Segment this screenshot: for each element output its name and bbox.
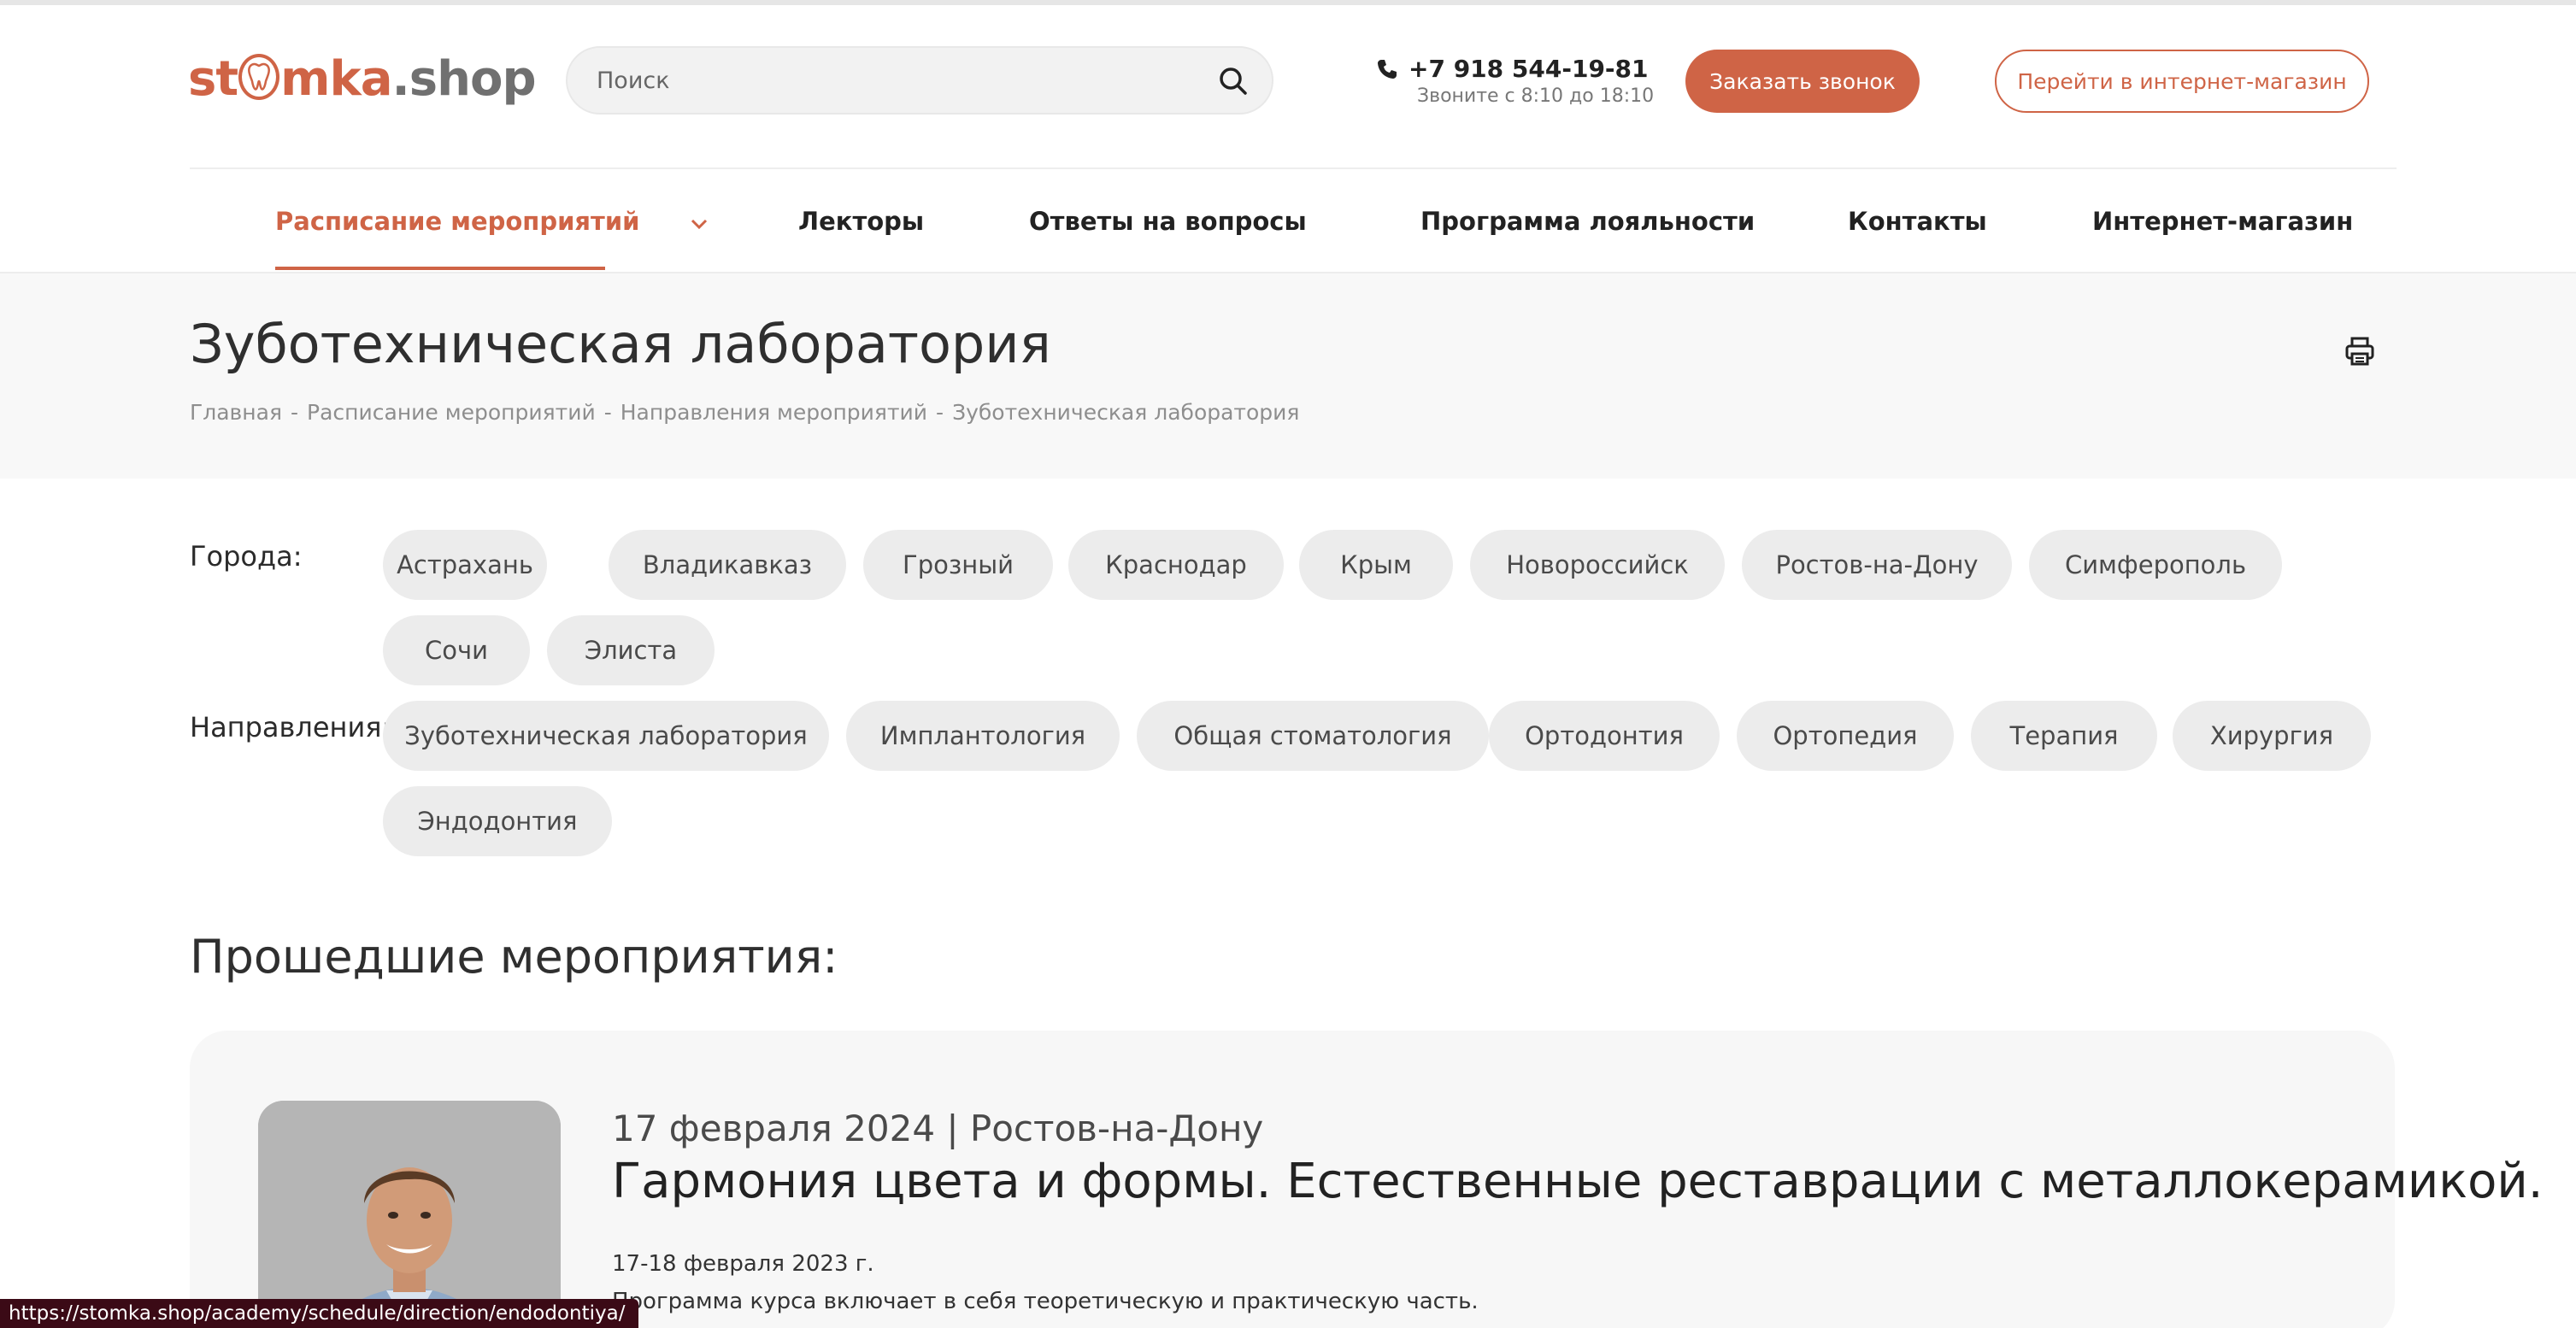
event-title[interactable]: Гармония цвета и формы. Естественные рес…: [612, 1154, 2544, 1209]
city-chip[interactable]: Новороссийск: [1470, 530, 1725, 600]
title-band: Зуботехническая лаборатория Главная - Расп…: [0, 273, 2576, 479]
logo-text-end: .shop: [391, 51, 537, 107]
city-chip[interactable]: Ростов-на-Дону: [1742, 530, 2012, 600]
event-date-city: 17 февраля 2024 | Ростов-на-Дону: [612, 1108, 1264, 1149]
direction-chip[interactable]: Терапия: [1971, 701, 2157, 771]
event-dates: 17-18 февраля 2023 г.: [612, 1251, 874, 1277]
city-chip[interactable]: Крым: [1299, 530, 1453, 600]
nav-item-lecturers[interactable]: Лекторы: [798, 207, 924, 236]
search-icon[interactable]: [1217, 65, 1250, 97]
site-header: stmka.shop +7 918 544-19-81 Звоните с 8:…: [0, 0, 2576, 169]
phone-icon: [1378, 60, 1397, 79]
page: stmka.shop +7 918 544-19-81 Звоните с 8:…: [0, 0, 2576, 1328]
nav-active-underline: [275, 267, 605, 270]
event-card[interactable]: 17 февраля 2024 | Ростов-на-Дону Гармони…: [190, 1031, 2544, 1328]
city-chip[interactable]: Владикавказ: [609, 530, 846, 600]
lecturer-photo: [258, 1101, 561, 1328]
nav-item-online-shop[interactable]: Интернет-магазин: [2092, 207, 2353, 236]
nav-item-loyalty[interactable]: Программа лояльности: [1420, 207, 1755, 236]
link-status-bar: https://stomka.shop/academy/schedule/dir…: [0, 1299, 639, 1328]
direction-chip[interactable]: Имплантология: [846, 701, 1120, 771]
direction-chip[interactable]: Зуботехническая лаборатория: [383, 701, 829, 771]
direction-chip[interactable]: Ортопедия: [1737, 701, 1954, 771]
city-chip[interactable]: Грозный: [863, 530, 1053, 600]
page-title: Зуботехническая лаборатория: [190, 313, 1051, 375]
breadcrumb-item-home[interactable]: Главная: [190, 400, 282, 425]
logo[interactable]: st mka.shop: [188, 50, 537, 109]
city-chip[interactable]: Симферополь: [2029, 530, 2282, 600]
top-strip: [0, 0, 2576, 5]
search-box: [566, 46, 1273, 115]
direction-chip[interactable]: Эндодонтия: [383, 786, 612, 856]
chevron-down-icon[interactable]: [689, 217, 709, 231]
breadcrumb-item-current: Зуботехническая лаборатория: [952, 400, 1300, 425]
tooth-icon: [238, 54, 280, 100]
go-to-shop-button[interactable]: Перейти в интернет-магазин: [1995, 50, 2369, 113]
breadcrumb-separator: -: [290, 400, 299, 425]
direction-chip[interactable]: Хирургия: [2173, 701, 2371, 771]
logo-text-start: st: [188, 51, 238, 107]
direction-chip[interactable]: Общая стоматология: [1137, 701, 1489, 771]
breadcrumb-item-directions[interactable]: Направления мероприятий: [620, 400, 927, 425]
phone-hours: Звоните с 8:10 до 18:10: [1417, 85, 1655, 107]
city-chip[interactable]: Астрахань: [383, 530, 547, 600]
cities-label: Города:: [190, 540, 303, 573]
logo-text-middle: mka: [280, 51, 392, 107]
past-events-title: Прошедшие мероприятия:: [190, 930, 838, 984]
breadcrumb: Главная - Расписание мероприятий - Направлен…: [190, 400, 1299, 425]
breadcrumb-separator: -: [936, 400, 944, 425]
nav-item-faq[interactable]: Ответы на вопросы: [1029, 207, 1307, 236]
print-icon[interactable]: [2344, 335, 2376, 367]
breadcrumb-item-schedule[interactable]: Расписание мероприятий: [307, 400, 596, 425]
nav-item-contacts[interactable]: Контакты: [1848, 207, 1987, 236]
city-chip[interactable]: Сочи: [383, 615, 530, 685]
phone-number[interactable]: +7 918 544-19-81: [1409, 55, 1649, 83]
breadcrumb-separator: -: [603, 400, 612, 425]
main-nav: Расписание мероприятий Лекторы Ответы на…: [0, 169, 2576, 272]
city-chip[interactable]: Элиста: [547, 615, 715, 685]
callback-button[interactable]: Заказать звонок: [1685, 50, 1920, 113]
directions-label: Направления:: [190, 711, 391, 743]
search-input[interactable]: [597, 48, 1195, 113]
nav-item-schedule[interactable]: Расписание мероприятий: [275, 207, 640, 236]
event-description: Программа курса включает в себя теоретич…: [612, 1289, 1479, 1314]
city-chip[interactable]: Краснодар: [1068, 530, 1284, 600]
direction-chip[interactable]: Ортодонтия: [1489, 701, 1720, 771]
